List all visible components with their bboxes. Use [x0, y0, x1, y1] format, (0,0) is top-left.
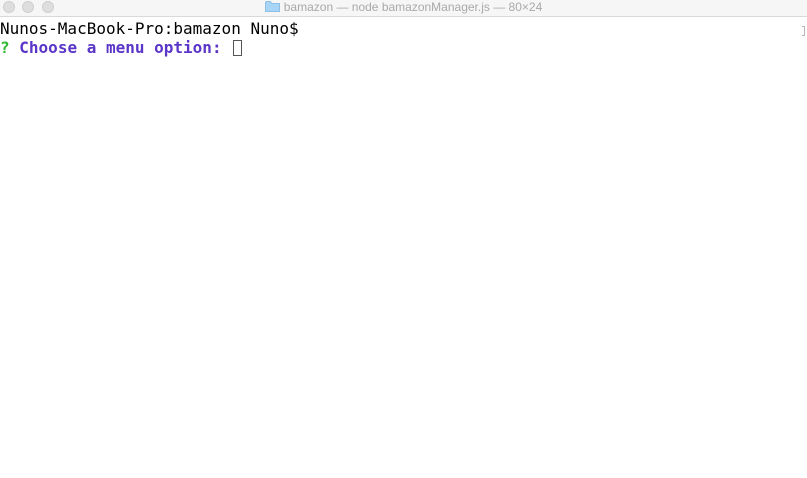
window-title: bamazon — node bamazonManager.js — 80×24 [283, 0, 543, 14]
terminal-window: bamazon — node bamazonManager.js — 80×24… [0, 0, 807, 478]
menu-prompt: Choose a menu option: [19, 38, 222, 57]
shell-prompt: Nunos-MacBook-Pro:bamazon Nuno$ [0, 19, 299, 38]
title-bar: bamazon — node bamazonManager.js — 80×24 [0, 0, 807, 17]
terminal-output[interactable]: Nunos-MacBook-Pro:bamazon Nuno$ ? Choose… [0, 19, 807, 478]
question-mark: ? [0, 38, 10, 57]
folder-icon [264, 1, 280, 12]
window-title-area: bamazon — node bamazonManager.js — 80×24 [0, 0, 807, 16]
text-cursor [232, 40, 242, 56]
shell-prompt-line: Nunos-MacBook-Pro:bamazon Nuno$ [0, 19, 807, 38]
menu-prompt-line: ? Choose a menu option: [0, 38, 807, 57]
